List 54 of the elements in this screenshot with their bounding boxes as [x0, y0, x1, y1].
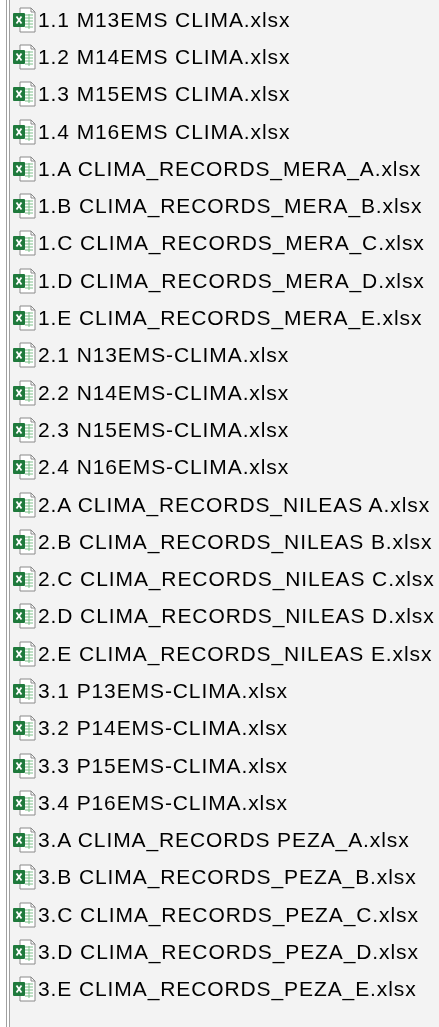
file-name[interactable]: 1.B CLIMA_RECORDS_MERA_B.xlsx [38, 194, 423, 219]
file-name[interactable]: 1.D CLIMA_RECORDS_MERA_D.xlsx [38, 268, 425, 293]
spreadsheet-file-icon [12, 901, 36, 928]
file-name[interactable]: 3.E CLIMA_RECORDS_PEZA_E.xlsx [38, 977, 417, 1002]
spreadsheet-file-icon [12, 305, 36, 331]
file-name[interactable]: 1.2 M14EMS CLIMA.xlsx [38, 44, 291, 69]
spreadsheet-file-icon [12, 43, 36, 70]
file-name[interactable]: 2.D CLIMA_RECORDS_NILEAS D.xlsx [38, 604, 435, 629]
spreadsheet-file-icon [12, 491, 36, 518]
spreadsheet-file-icon [12, 603, 36, 630]
spreadsheet-file-icon [12, 715, 36, 742]
file-name[interactable]: 1.E CLIMA_RECORDS_MERA_E.xlsx [38, 306, 423, 330]
spreadsheet-file-icon [12, 379, 36, 406]
spreadsheet-file-icon [12, 752, 36, 779]
file-name[interactable]: 2.B CLIMA_RECORDS_NILEAS B.xlsx [38, 529, 433, 554]
spreadsheet-file-icon [12, 566, 36, 593]
file-name[interactable]: 2.E CLIMA_RECORDS_NILEAS E.xlsx [38, 641, 433, 666]
file-name[interactable]: 2.2 N14EMS-CLIMA.xlsx [38, 380, 290, 405]
spreadsheet-file-icon [12, 118, 36, 145]
spreadsheet-file-icon [12, 230, 36, 257]
file-name[interactable]: 3.D CLIMA_RECORDS_PEZA_D.xlsx [38, 940, 419, 965]
spreadsheet-file-icon [12, 939, 36, 966]
file-name[interactable]: 3.4 P16EMS-CLIMA.xlsx [38, 790, 288, 815]
spreadsheet-file-icon [12, 976, 36, 1003]
file-name[interactable]: 2.A CLIMA_RECORDS_NILEAS A.xlsx [38, 492, 431, 517]
spreadsheet-file-icon [12, 342, 36, 369]
spreadsheet-file-icon [12, 789, 36, 816]
spreadsheet-file-icon [12, 193, 36, 220]
file-name[interactable]: 3.3 P15EMS-CLIMA.xlsx [38, 753, 288, 778]
spreadsheet-file-icon [12, 640, 36, 667]
spreadsheet-file-icon [12, 827, 36, 854]
file-name[interactable]: 1.3 M15EMS CLIMA.xlsx [38, 82, 291, 107]
spreadsheet-file-icon [12, 454, 36, 481]
file-name[interactable]: 2.3 N15EMS-CLIMA.xlsx [38, 417, 290, 442]
file-name[interactable]: 2.4 N16EMS-CLIMA.xlsx [38, 455, 290, 480]
file-name[interactable]: 3.1 P13EMS-CLIMA.xlsx [38, 679, 288, 703]
file-name[interactable]: 3.C CLIMA_RECORDS_PEZA_C.xlsx [38, 902, 419, 927]
file-name[interactable]: 1.A CLIMA_RECORDS_MERA_A.xlsx [38, 156, 422, 181]
spreadsheet-file-icon [12, 6, 36, 33]
spreadsheet-file-icon [12, 416, 36, 443]
file-name[interactable]: 2.C CLIMA_RECORDS_NILEAS C.xlsx [38, 567, 435, 592]
spreadsheet-file-icon [12, 267, 36, 294]
spreadsheet-file-icon [12, 678, 36, 704]
file-name[interactable]: 3.A CLIMA_RECORDS PEZA_A.xlsx [38, 828, 410, 853]
file-name[interactable]: 2.1 N13EMS-CLIMA.xlsx [38, 343, 290, 368]
spreadsheet-file-icon [12, 528, 36, 555]
file-name[interactable]: 1.4 M16EMS CLIMA.xlsx [38, 119, 291, 144]
file-name[interactable]: 1.C CLIMA_RECORDS_MERA_C.xlsx [38, 231, 425, 256]
spreadsheet-file-icon [12, 81, 36, 108]
file-name[interactable]: 3.2 P14EMS-CLIMA.xlsx [38, 716, 288, 741]
spreadsheet-file-icon [12, 155, 36, 182]
file-name[interactable]: 3.B CLIMA_RECORDS_PEZA_B.xlsx [38, 865, 417, 890]
spreadsheet-file-icon [12, 864, 36, 891]
file-name[interactable]: 1.1 M13EMS CLIMA.xlsx [38, 7, 291, 32]
